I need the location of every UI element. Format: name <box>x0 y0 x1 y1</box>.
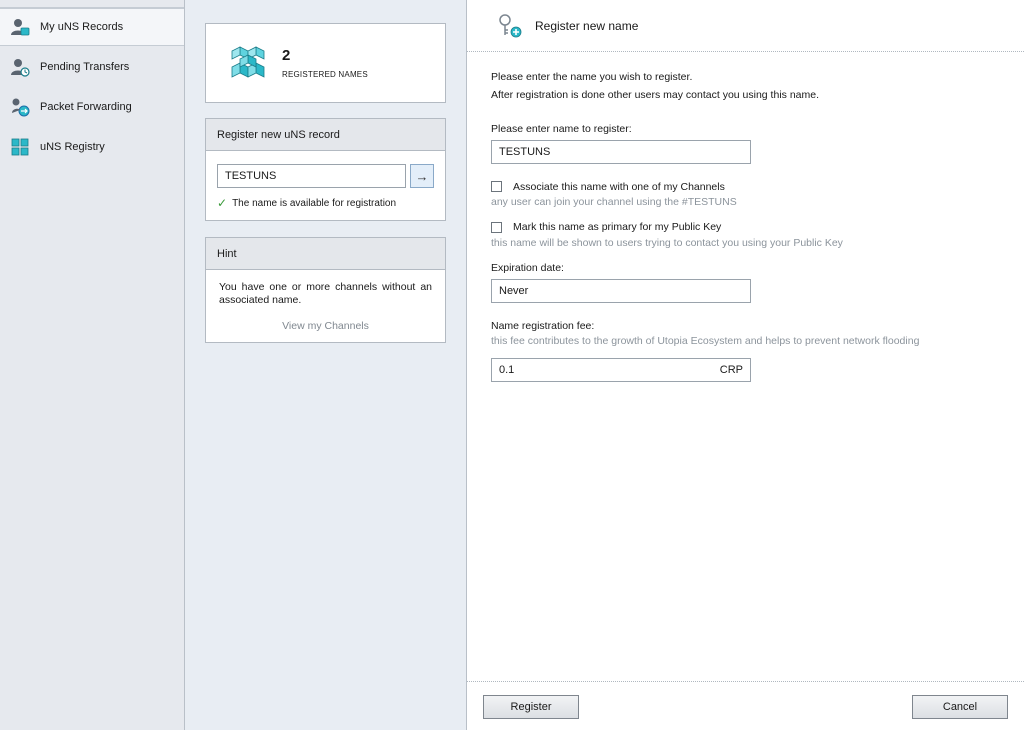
register-record-card: Register new uNS record → ✓ The name is … <box>205 118 446 221</box>
fee-label: Name registration fee: <box>491 320 595 332</box>
primary-key-checkbox[interactable] <box>491 222 502 233</box>
sidebar-item-my-uns-records[interactable]: My uNS Records <box>0 8 184 46</box>
user-records-icon <box>10 17 30 37</box>
expiration-value: Never <box>499 285 529 297</box>
key-add-icon <box>499 13 522 37</box>
sidebar-item-label: uNS Registry <box>40 141 105 153</box>
expiration-label: Expiration date: <box>491 262 564 274</box>
sidebar: My uNS Records Pending Transfers Packet … <box>0 0 185 730</box>
user-transfer-icon <box>10 57 30 77</box>
fee-field[interactable]: 0.1 CRP <box>491 358 751 382</box>
hint-text: You have one or more channels without an… <box>219 281 432 306</box>
check-icon: ✓ <box>217 196 228 210</box>
sidebar-item-label: My uNS Records <box>40 21 124 33</box>
primary-key-hint: this name will be shown to users trying … <box>491 237 843 249</box>
availability-status: ✓ The name is available for registration <box>217 196 445 210</box>
sidebar-item-pending-transfers[interactable]: Pending Transfers <box>0 48 184 86</box>
register-button[interactable]: Register <box>483 695 579 719</box>
name-field-value: TESTUNS <box>499 146 551 158</box>
availability-text: The name is available for registration <box>232 197 397 209</box>
uns-name-input[interactable] <box>217 164 406 188</box>
sidebar-item-label: Packet Forwarding <box>40 101 132 113</box>
registered-count: 2 <box>282 47 291 64</box>
view-channels-link[interactable]: View my Channels <box>206 320 445 332</box>
primary-key-label: Mark this name as primary for my Public … <box>513 221 722 233</box>
forwarding-icon <box>10 97 30 117</box>
go-button[interactable]: → <box>410 164 434 188</box>
middle-panel: 2 REGISTERED NAMES Register new uNS reco… <box>185 0 467 730</box>
sidebar-item-label: Pending Transfers <box>40 61 130 73</box>
fee-value: 0.1 <box>499 364 515 376</box>
sidebar-item-packet-forwarding[interactable]: Packet Forwarding <box>0 88 184 126</box>
registered-names-card: 2 REGISTERED NAMES <box>205 23 446 103</box>
registry-cubes-icon <box>231 46 265 78</box>
form-header: Register new name <box>467 0 1024 52</box>
intro-line-1: Please enter the name you wish to regist… <box>491 71 693 83</box>
form-title: Register new name <box>535 18 639 33</box>
name-field[interactable]: TESTUNS <box>491 140 751 164</box>
register-form-panel: Register new name Please enter the name … <box>467 0 1024 730</box>
sidebar-item-uns-registry[interactable]: uNS Registry <box>0 128 184 166</box>
associate-channel-checkbox[interactable] <box>491 181 502 192</box>
registered-label: REGISTERED NAMES <box>282 70 368 79</box>
hint-title: Hint <box>206 238 445 270</box>
cancel-button[interactable]: Cancel <box>912 695 1008 719</box>
name-label: Please enter name to register: <box>491 123 632 135</box>
associate-channel-label: Associate this name with one of my Chann… <box>513 181 725 193</box>
sidebar-top-strip <box>0 0 184 8</box>
arrow-right-icon: → <box>415 168 429 184</box>
hint-card: Hint You have one or more channels witho… <box>205 237 446 343</box>
fee-unit: CRP <box>719 364 743 376</box>
registry-cubes-icon <box>10 137 30 157</box>
associate-channel-hint: any user can join your channel using the… <box>491 196 737 208</box>
register-input-row: → <box>217 164 445 188</box>
expiration-field[interactable]: Never <box>491 279 751 303</box>
form-footer: Register Cancel <box>467 681 1024 730</box>
stat-block: 2 REGISTERED NAMES <box>282 47 368 79</box>
intro-line-2: After registration is done other users m… <box>491 89 819 101</box>
fee-hint: this fee contributes to the growth of Ut… <box>491 335 920 347</box>
register-card-title: Register new uNS record <box>206 119 445 151</box>
